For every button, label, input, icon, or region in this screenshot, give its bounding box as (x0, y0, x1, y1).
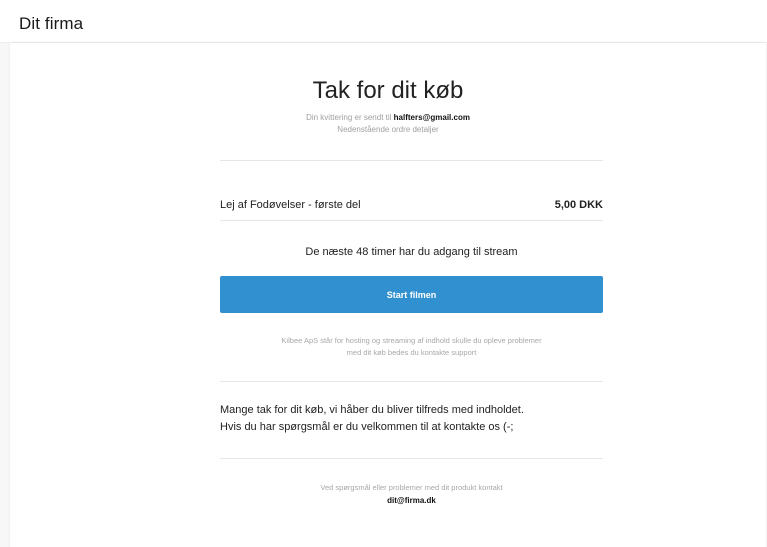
divider (220, 381, 603, 382)
divider (220, 160, 603, 161)
order-details-caption: Nedenstående ordre detaljer (337, 125, 439, 134)
footer-contact-email[interactable]: dit@firma.dk (220, 496, 603, 505)
brand-header: Dit firma (0, 0, 767, 43)
order-item-name: Lej af Fodøvelser - første del (220, 199, 361, 211)
page: Dit firma Tak for dit køb Din kvittering… (0, 0, 767, 547)
receipt-sent-prefix: Din kvittering er sendt til (306, 113, 392, 122)
start-movie-button[interactable]: Start filmen (220, 276, 603, 313)
receipt-sent-line: Din kvittering er sendt til halfters@gma… (0, 113, 767, 122)
receipt-title: Tak for dit køb (312, 77, 464, 104)
support-note-line-1: Kilbee ApS står for hosting og streaming… (281, 336, 542, 345)
thanks-message-line-1: Mange tak for dit køb, vi håber du blive… (220, 404, 524, 416)
receipt-card: Tak for dit køb Din kvittering er sendt … (10, 43, 766, 547)
divider (220, 220, 603, 221)
access-period-text: De næste 48 timer har du adgang til stre… (305, 246, 518, 258)
divider (220, 458, 603, 459)
brand-name: Dit firma (19, 14, 84, 33)
footer-contact-text: Ved spørgsmål eller problemer med dit pr… (320, 483, 503, 492)
receipt-email: halfters@gmail.com (393, 113, 470, 122)
thanks-message-line-2: Hvis du har spørgsmål er du velkommen ti… (220, 421, 514, 433)
order-item-price: 5,00 DKK (554, 199, 603, 211)
support-note-line-2: med dit køb bedes du kontakte support (346, 348, 477, 357)
